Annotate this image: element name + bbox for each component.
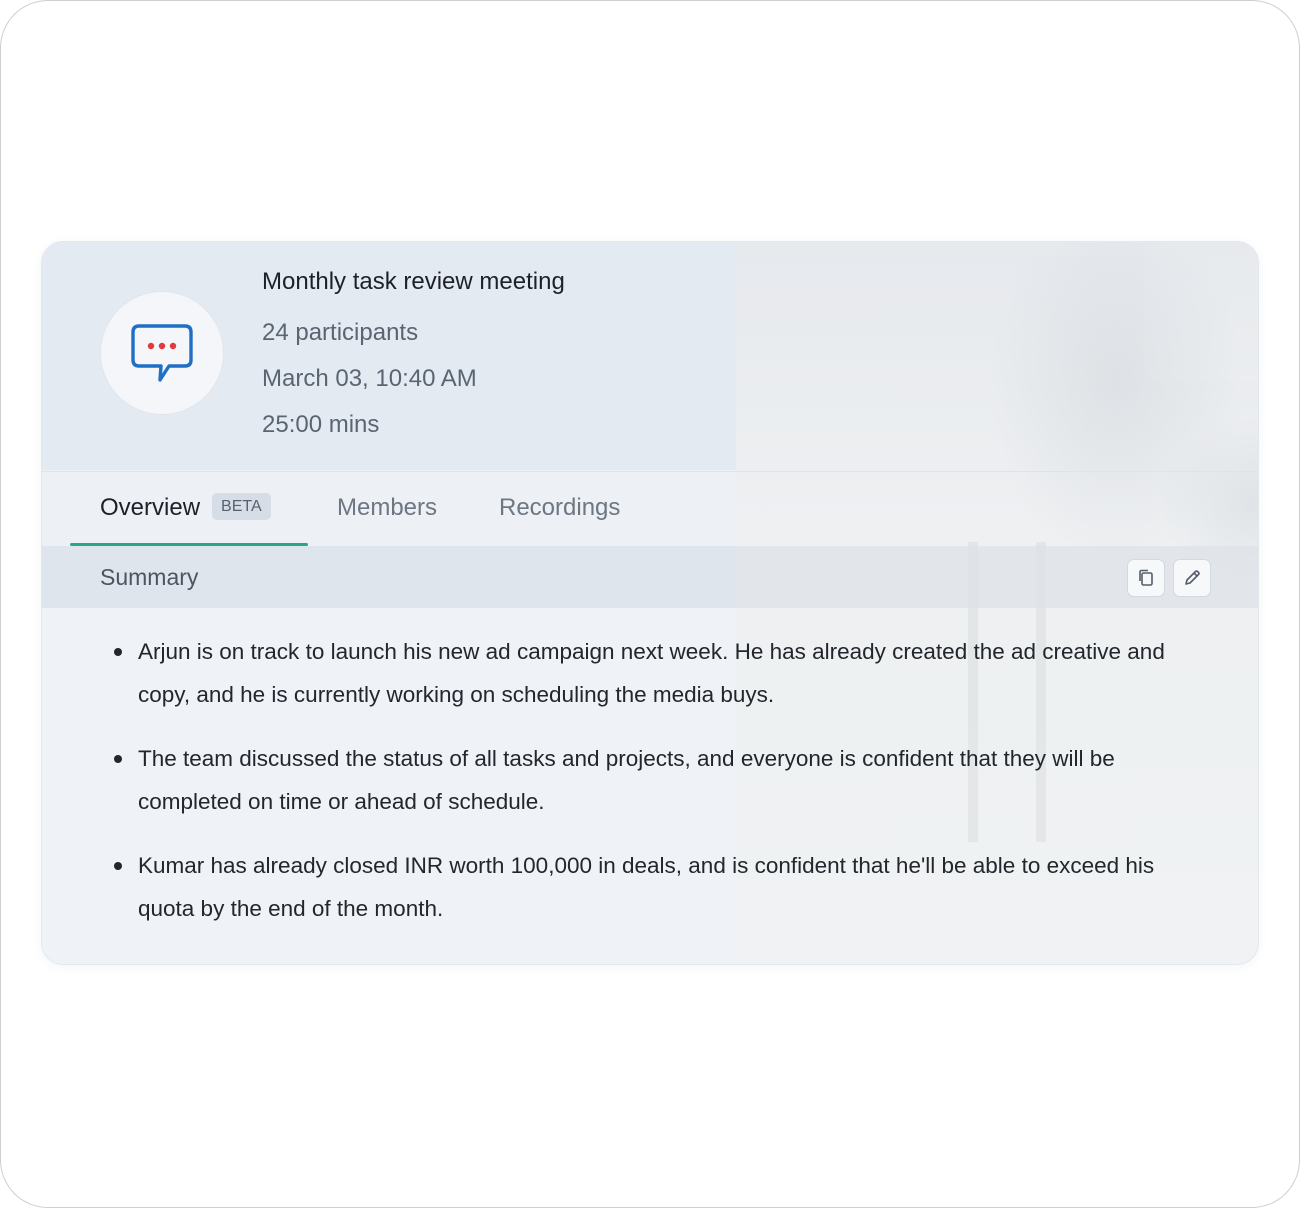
summary-point-text: Kumar has already closed INR worth 100,0… [138,853,1155,921]
edit-pencil-icon [1185,570,1200,585]
summary-point: Arjun is on track to launch his new ad c… [114,630,1194,716]
meeting-header: Monthly task review meeting 24 participa… [42,242,1258,470]
summary-body: Arjun is on track to launch his new ad c… [42,608,1258,964]
bullet-icon [114,862,122,870]
chat-bubble-icon [131,324,193,382]
summary-point: Kumar has already closed INR worth 100,0… [114,844,1194,930]
tab-bar: Overview BETA Members Recordings [42,471,1258,546]
tab-overview-label: Overview [100,494,201,521]
copy-button[interactable] [1127,559,1165,597]
summary-point: The team discussed the status of all tas… [114,737,1194,823]
tab-overview[interactable]: Overview BETA [70,471,308,546]
meeting-datetime: March 03, 10:40 AM [262,365,477,392]
beta-badge: BETA [212,493,271,521]
meeting-title: Monthly task review meeting [262,268,565,295]
bullet-icon [114,755,122,763]
summary-point-text: The team discussed the status of all tas… [138,746,1115,814]
meeting-participants: 24 participants [262,319,419,346]
meeting-card: Monthly task review meeting 24 participa… [41,241,1259,965]
copy-icon [1139,569,1153,586]
tab-recordings[interactable]: Recordings [499,471,620,546]
meeting-avatar [100,291,224,415]
edit-button[interactable] [1173,559,1211,597]
summary-header: Summary [42,546,1258,608]
summary-title: Summary [100,564,199,590]
meeting-meta: Monthly task review meeting 24 participa… [262,264,565,448]
meeting-duration: 25:00 mins [262,411,380,438]
bullet-icon [114,648,122,656]
summary-point-text: Arjun is on track to launch his new ad c… [138,639,1165,707]
tab-members[interactable]: Members [337,471,437,546]
summary-list: Arjun is on track to launch his new ad c… [114,630,1194,951]
